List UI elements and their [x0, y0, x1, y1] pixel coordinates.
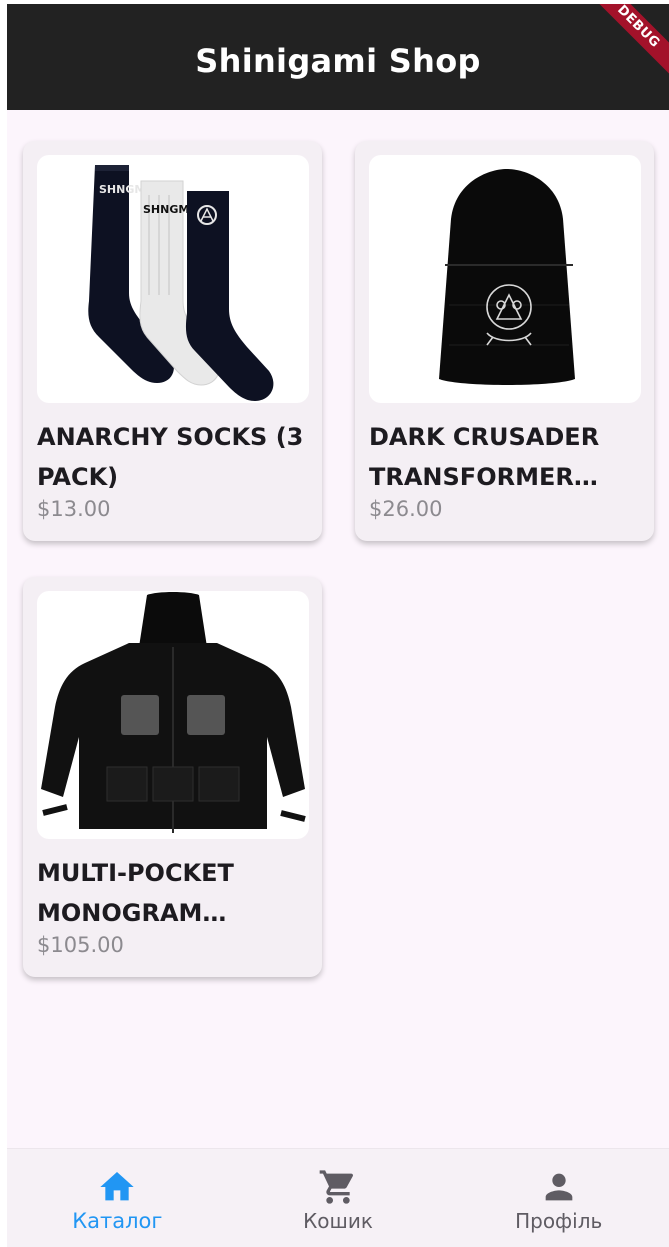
product-price: $105.00: [37, 933, 124, 957]
socks-image: SHNGM SHNGM: [88, 165, 274, 401]
person-icon: [545, 1173, 573, 1201]
product-price: $26.00: [369, 497, 443, 521]
beanie-image: [439, 169, 575, 385]
bottom-navigation: Каталог Кошик Профіль: [7, 1148, 669, 1247]
nav-item-catalog[interactable]: Каталог: [7, 1149, 228, 1247]
nav-item-profile[interactable]: Профіль: [448, 1149, 669, 1247]
product-name: ANARCHY SOCKS (3 PACK): [37, 423, 304, 491]
product-name: DARK CRUSADER TRANSFORMER BEANIE: [369, 423, 600, 491]
app-title: Shinigami Shop: [195, 42, 481, 80]
svg-text:SHNGM: SHNGM: [143, 203, 189, 216]
app-bar: Shinigami Shop DEBUG: [7, 4, 669, 110]
jacket-image: [41, 592, 306, 833]
product-image: [369, 155, 641, 403]
product-name: MULTI-POCKET MONOGRAM WINDBREAKER: [37, 859, 234, 927]
nav-label: Каталог: [72, 1209, 163, 1233]
product-card[interactable]: MULTI-POCKET MONOGRAM WINDBREAKER $105.0…: [23, 577, 322, 977]
product-image: SHNGM SHNGM: [37, 155, 309, 403]
app-screen: Shinigami Shop DEBUG SHNGM SHNGM ANARCHY…: [7, 4, 669, 1247]
product-card[interactable]: DARK CRUSADER TRANSFORMER BEANIE $26.00: [355, 141, 654, 541]
cart-icon: [319, 1170, 354, 1204]
product-image: [37, 591, 309, 839]
nav-label: Кошик: [303, 1209, 373, 1233]
home-icon: [100, 1172, 134, 1201]
product-price: $13.00: [37, 497, 111, 521]
product-card[interactable]: SHNGM SHNGM ANARCHY SOCKS (3 PACK) $13.0…: [23, 141, 322, 541]
nav-label: Профіль: [515, 1209, 603, 1233]
svg-text:SHNGM: SHNGM: [99, 183, 145, 196]
nav-item-cart[interactable]: Кошик: [228, 1149, 449, 1247]
